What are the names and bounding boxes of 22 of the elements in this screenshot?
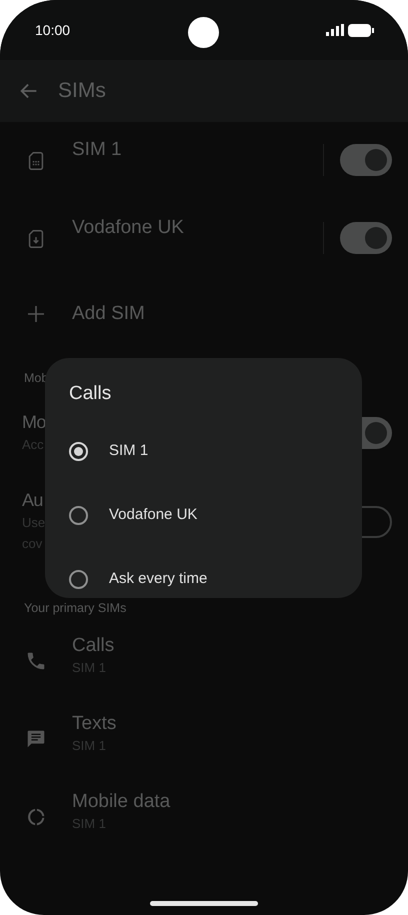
add-sim-label: Add SIM [72, 302, 145, 326]
radio-button[interactable] [69, 570, 88, 589]
sim-name: SIM 1 [72, 138, 123, 162]
signal-icon [326, 24, 344, 36]
screen-title: SIMs [58, 78, 106, 104]
setting-title: Texts [72, 712, 116, 736]
plus-icon [27, 305, 45, 323]
radio-option[interactable]: Vodafone UK [69, 496, 338, 534]
radio-button[interactable] [69, 506, 88, 525]
setting-title: Calls [72, 634, 114, 658]
setting-title: Mobile data [72, 790, 170, 814]
dialog-title: Calls [69, 382, 112, 406]
radio-option[interactable]: SIM 1 [69, 432, 338, 470]
switch[interactable] [340, 222, 392, 254]
setting-title: Mo [22, 412, 46, 434]
radio-option[interactable]: Ask every time [69, 560, 338, 598]
sim-name: Vodafone UK [72, 216, 185, 240]
section-header: Your primary SIMs [24, 600, 126, 616]
switch[interactable] [340, 144, 392, 176]
battery-icon [348, 24, 374, 36]
setting-title: Au [22, 490, 43, 512]
clock: 10:00 [35, 20, 70, 40]
